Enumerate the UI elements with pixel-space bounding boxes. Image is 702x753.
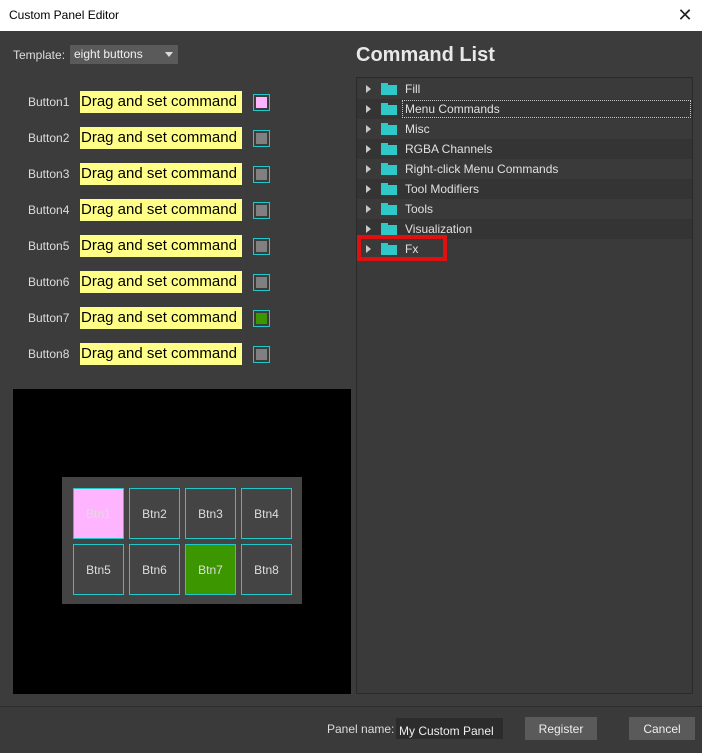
swatch-fill [256,313,267,324]
annotation-highlight [357,235,447,261]
color-swatch[interactable] [253,238,270,255]
folder-icon [381,183,397,195]
button-row: Button2 Drag and set command [0,127,300,149]
command-tree[interactable]: Fill Menu Commands Misc RGBA Channels Right-… [356,77,693,694]
command-drop-field[interactable]: Drag and set command [80,127,242,149]
preview-button[interactable]: Btn1 [73,488,124,539]
swatch-fill [256,349,267,360]
button-row: Button4 Drag and set command [0,199,300,221]
preview-button[interactable]: Btn6 [129,544,180,595]
button-row: Button6 Drag and set command [0,271,300,293]
expand-arrow-icon[interactable] [366,185,371,193]
command-list-title: Command List [356,44,495,66]
swatch-fill [256,241,267,252]
button-label: Button5 [28,239,70,253]
button-row: Button8 Drag and set command [0,343,300,365]
command-drop-field[interactable]: Drag and set command [80,271,242,293]
cancel-button[interactable]: Cancel [629,717,695,740]
tree-folder-item[interactable]: Menu Commands [357,99,692,119]
title-bar: Custom Panel Editor ✕ [0,0,702,31]
folder-name: Tool Modifiers [405,182,480,196]
command-drop-field[interactable]: Drag and set command [80,235,242,257]
button-label: Button2 [28,131,70,145]
tree-folder-item[interactable]: Misc [357,119,692,139]
expand-arrow-icon[interactable] [366,225,371,233]
button-label: Button4 [28,203,70,217]
button-row: Button3 Drag and set command [0,163,300,185]
preview-button[interactable]: Btn7 [185,544,236,595]
template-dropdown[interactable]: eight buttons [70,45,178,64]
preview-button[interactable]: Btn8 [241,544,292,595]
tree-folder-item[interactable]: RGBA Channels [357,139,692,159]
panel-name-label: Panel name: [327,722,395,736]
folder-icon [381,203,397,215]
folder-name: Right-click Menu Commands [405,162,559,176]
swatch-fill [256,133,267,144]
preview-panel: Btn1 Btn2 Btn3 Btn4 Btn5 Btn6 Btn7 Btn8 [62,477,302,604]
folder-name: Misc [405,122,430,136]
button-row: Button5 Drag and set command [0,235,300,257]
expand-arrow-icon[interactable] [366,145,371,153]
color-swatch[interactable] [253,166,270,183]
folder-icon [381,103,397,115]
tree-folder-item[interactable]: Fill [357,79,692,99]
expand-arrow-icon[interactable] [366,205,371,213]
button-label: Button1 [28,95,70,109]
folder-icon [381,143,397,155]
color-swatch[interactable] [253,94,270,111]
swatch-fill [256,277,267,288]
expand-arrow-icon[interactable] [366,125,371,133]
folder-name: Fill [405,82,421,96]
color-swatch[interactable] [253,346,270,363]
tree-folder-item[interactable]: Right-click Menu Commands [357,159,692,179]
command-drop-field[interactable]: Drag and set command [80,307,242,329]
command-drop-field[interactable]: Drag and set command [80,199,242,221]
swatch-fill [256,205,267,216]
window-title: Custom Panel Editor [9,8,120,22]
expand-arrow-icon[interactable] [366,105,371,113]
folder-name: RGBA Channels [405,142,493,156]
folder-icon [381,223,397,235]
command-drop-field[interactable]: Drag and set command [80,163,242,185]
button-label: Button6 [28,275,70,289]
folder-icon [381,83,397,95]
folder-name: Visualization [405,222,473,236]
register-button[interactable]: Register [525,717,597,740]
folder-icon [381,163,397,175]
preview-button[interactable]: Btn3 [185,488,236,539]
color-swatch[interactable] [253,202,270,219]
panel-preview: Btn1 Btn2 Btn3 Btn4 Btn5 Btn6 Btn7 Btn8 [13,389,351,694]
preview-button[interactable]: Btn2 [129,488,180,539]
close-icon[interactable]: ✕ [668,0,702,31]
panel-name-input[interactable] [396,718,503,739]
folder-icon [381,123,397,135]
tree-folder-item[interactable]: Tool Modifiers [357,179,692,199]
folder-name: Tools [405,202,434,216]
command-drop-field[interactable]: Drag and set command [80,343,242,365]
command-drop-field[interactable]: Drag and set command [80,91,242,113]
color-swatch[interactable] [253,274,270,291]
expand-arrow-icon[interactable] [366,165,371,173]
button-label: Button3 [28,167,70,181]
template-label: Template: [13,48,66,62]
preview-button[interactable]: Btn4 [241,488,292,539]
preview-button[interactable]: Btn5 [73,544,124,595]
expand-arrow-icon[interactable] [366,85,371,93]
button-row: Button1 Drag and set command [0,91,300,113]
template-value: eight buttons [74,47,143,61]
swatch-fill [256,169,267,180]
color-swatch[interactable] [253,310,270,327]
color-swatch[interactable] [253,130,270,147]
button-label: Button8 [28,347,70,361]
tree-folder-item[interactable]: Tools [357,199,692,219]
button-label: Button7 [28,311,70,325]
button-row: Button7 Drag and set command [0,307,300,329]
folder-name: Menu Commands [402,100,691,118]
chevron-down-icon [165,52,173,57]
swatch-fill [256,97,267,108]
